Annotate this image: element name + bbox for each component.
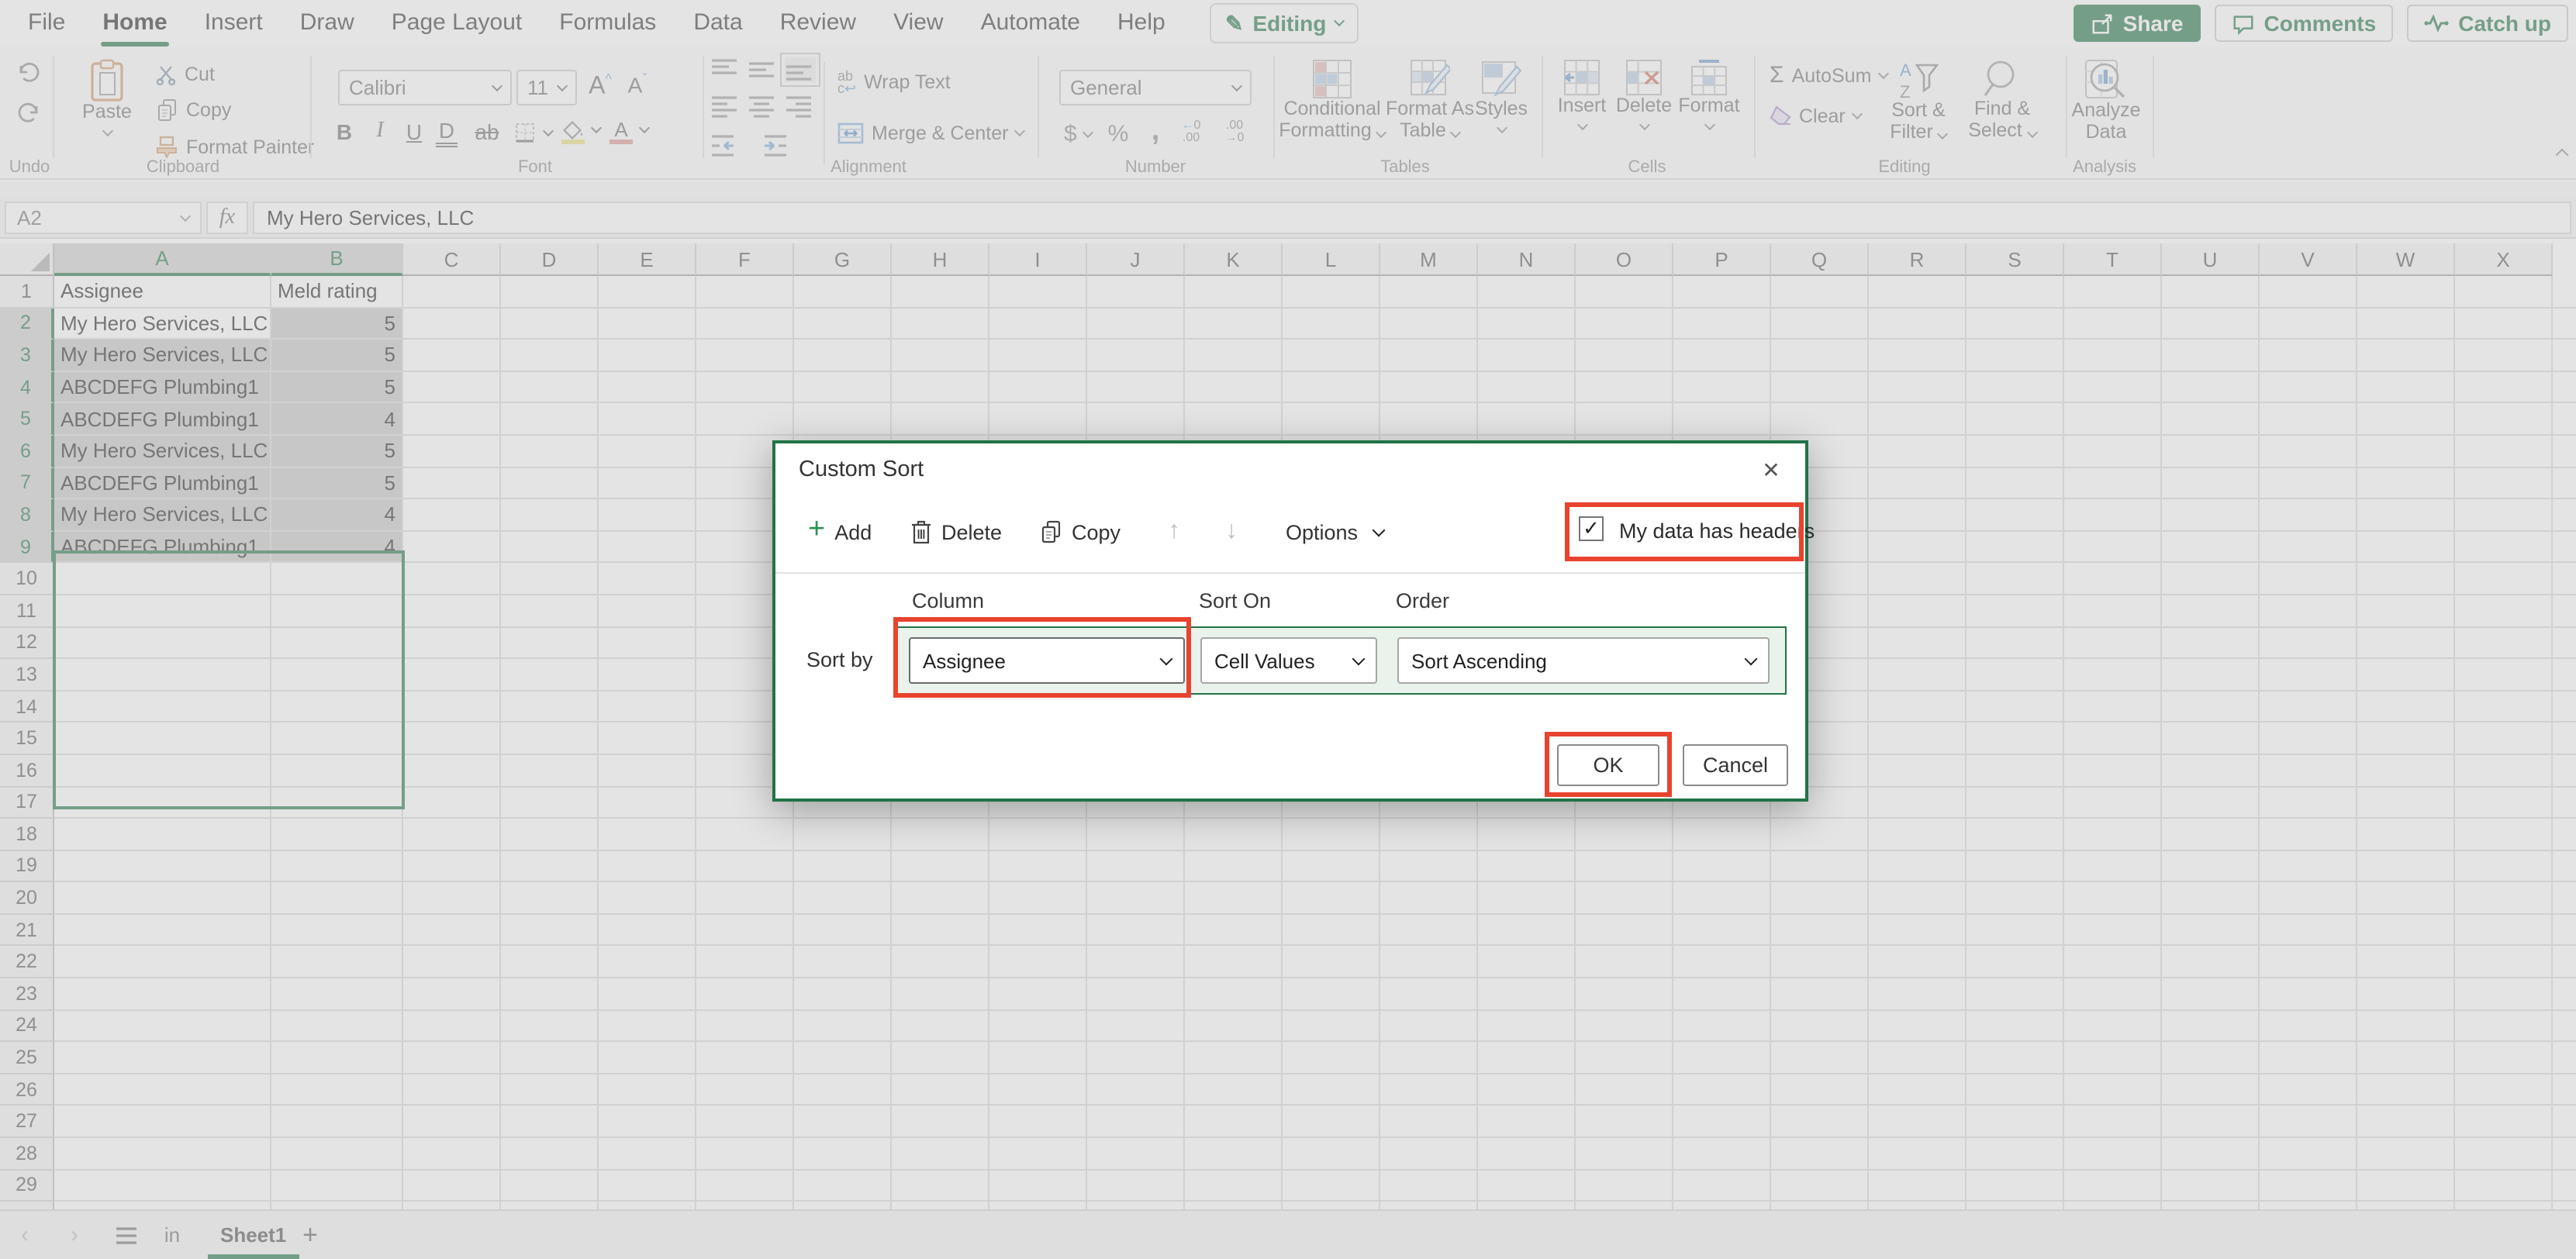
dialog-title: Custom Sort xyxy=(799,457,924,482)
chevron-down-icon xyxy=(1745,652,1758,665)
ok-button[interactable]: OK xyxy=(1557,744,1659,786)
check-icon: ✓ xyxy=(1583,518,1600,540)
options-button[interactable]: Options xyxy=(1286,512,1383,552)
sort-order-dropdown[interactable]: Sort Ascending xyxy=(1397,637,1770,684)
excel-web-app: FileHomeInsertDrawPage LayoutFormulasDat… xyxy=(0,0,2576,1259)
copy-icon xyxy=(1039,519,1062,544)
column-header-label: Column xyxy=(912,589,984,612)
chevron-down-icon xyxy=(1160,652,1173,665)
close-icon[interactable]: ✕ xyxy=(1756,454,1787,485)
screen: FileHomeInsertDrawPage LayoutFormulasDat… xyxy=(0,0,2576,1259)
add-rule-button[interactable]: + Add xyxy=(808,512,872,552)
chevron-down-icon xyxy=(1372,523,1385,536)
sort-on-header-label: Sort On xyxy=(1199,589,1271,612)
custom-sort-dialog: Custom Sort ✕ + Add Delete Copy ↑ ↓ Opti… xyxy=(772,440,1808,802)
my-data-has-headers-checkbox[interactable]: ✓ xyxy=(1579,516,1604,541)
sort-on-dropdown[interactable]: Cell Values xyxy=(1200,637,1377,684)
sort-by-label: Sort by xyxy=(806,648,873,671)
move-down-icon[interactable]: ↓ xyxy=(1225,512,1238,552)
copy-rule-button[interactable]: Copy xyxy=(1039,512,1121,552)
dialog-separator xyxy=(775,572,1805,574)
move-up-icon[interactable]: ↑ xyxy=(1168,512,1180,552)
trash-icon xyxy=(910,519,932,544)
order-header-label: Order xyxy=(1396,589,1449,612)
delete-rule-button[interactable]: Delete xyxy=(910,512,1002,552)
my-data-has-headers-label: My data has headers xyxy=(1619,519,1815,543)
plus-icon: + xyxy=(808,518,825,543)
chevron-down-icon xyxy=(1352,652,1366,665)
cancel-button[interactable]: Cancel xyxy=(1683,744,1788,786)
sort-column-dropdown[interactable]: Assignee xyxy=(909,637,1185,684)
